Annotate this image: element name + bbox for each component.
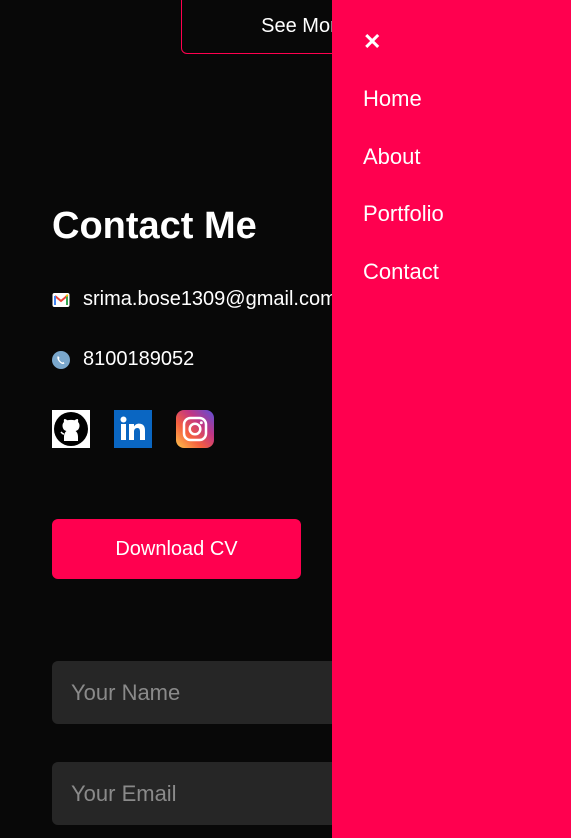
phone-line: 8100189052: [52, 348, 194, 371]
menu-item-home: Home: [363, 86, 444, 144]
menu-item-portfolio: Portfolio: [363, 201, 444, 259]
phone-text[interactable]: 8100189052: [83, 348, 194, 371]
gmail-icon: [52, 292, 70, 307]
linkedin-icon[interactable]: [114, 410, 152, 448]
menu-list: Home About Portfolio Contact: [363, 86, 444, 316]
github-icon[interactable]: [52, 410, 90, 448]
download-cv-button[interactable]: Download CV: [52, 519, 301, 579]
menu-link-about[interactable]: About: [363, 144, 421, 169]
social-links: [52, 410, 214, 448]
close-icon[interactable]: ✕: [363, 30, 387, 54]
email-text[interactable]: srima.bose1309@gmail.com: [83, 288, 337, 311]
side-menu: ✕ Home About Portfolio Contact: [332, 0, 571, 838]
email-line: srima.bose1309@gmail.com: [52, 288, 337, 311]
menu-link-portfolio[interactable]: Portfolio: [363, 201, 444, 226]
phone-icon: [52, 350, 70, 369]
menu-item-contact: Contact: [363, 259, 444, 317]
instagram-icon[interactable]: [176, 410, 214, 448]
contact-title: Contact Me: [52, 205, 257, 247]
menu-link-contact[interactable]: Contact: [363, 259, 439, 284]
portfolio-page: See More Contact Me srima.bose1309@gmail…: [0, 0, 571, 838]
menu-link-home[interactable]: Home: [363, 86, 422, 111]
menu-item-about: About: [363, 144, 444, 202]
